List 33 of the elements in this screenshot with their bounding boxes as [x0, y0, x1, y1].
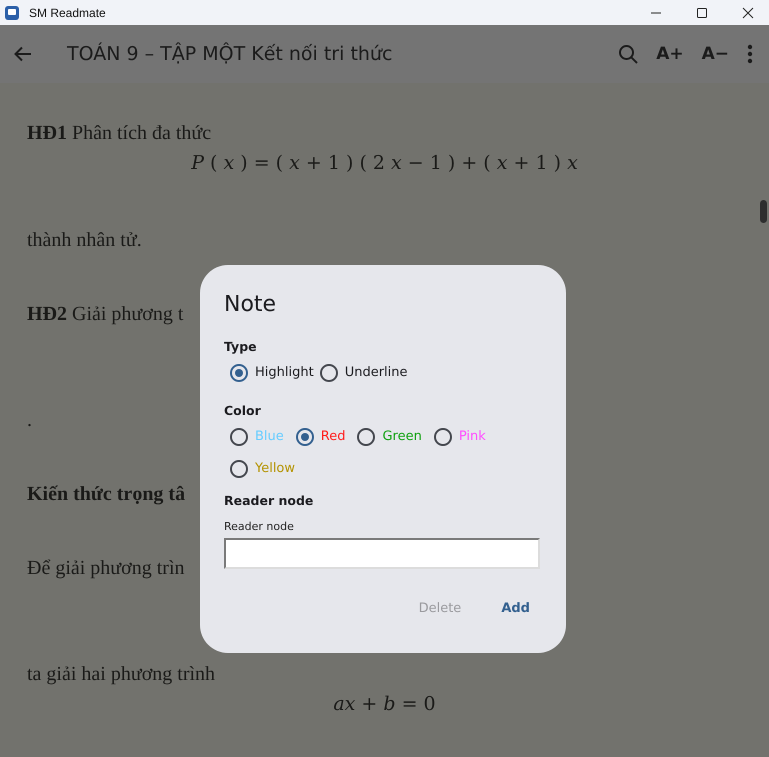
section-label: Type — [224, 339, 258, 355]
radio-option[interactable]: Green — [357, 427, 422, 447]
section-label: Color — [224, 403, 262, 419]
app-icon — [5, 6, 19, 20]
dialog-title: Note — [224, 291, 278, 319]
font-size-button[interactable]: A+ — [656, 44, 684, 64]
radio-option[interactable]: Red — [296, 427, 346, 447]
book-title: TOÁN 9 – TẬP MỘT Kết nối tri thức — [67, 43, 392, 65]
note-input-field[interactable] — [224, 538, 540, 569]
radio-option[interactable]: Underline — [320, 363, 408, 383]
heading: Kiến thức trọng tâ — [27, 483, 186, 505]
maximize-icon[interactable] — [696, 6, 708, 18]
back-arrow-icon[interactable] — [14, 46, 32, 62]
formula: ax + b = 0 — [333, 693, 436, 715]
window-title: SM Readmate — [29, 6, 106, 20]
paragraph: Để giải phương trìn — [27, 557, 184, 579]
more-icon[interactable] — [747, 44, 753, 64]
paragraph: thành nhân tử. — [27, 229, 142, 251]
font-size-button[interactable]: A− — [702, 44, 729, 64]
radio-option[interactable]: Yellow — [230, 459, 296, 479]
paragraph: . — [27, 409, 32, 431]
dialog-button[interactable]: Add — [491, 595, 540, 622]
field-label: Reader node — [224, 520, 295, 533]
formula: P ( x ) = ( x + 1 ) ( 2 x − 1 ) + ( x + 1 ) x — [191, 152, 578, 174]
radio-option[interactable]: Pink — [434, 427, 486, 447]
search-icon[interactable] — [618, 44, 638, 64]
radio-option[interactable]: Highlight — [230, 363, 314, 383]
close-icon[interactable] — [742, 6, 754, 18]
section-label: Reader node — [224, 493, 314, 509]
paragraph: HĐ2 Giải phương t — [27, 303, 184, 325]
scrollbar-thumb[interactable] — [760, 200, 767, 223]
paragraph: ta giải hai phương trình — [27, 663, 216, 685]
paragraph: HĐ1 Phân tích đa thức — [27, 122, 212, 144]
